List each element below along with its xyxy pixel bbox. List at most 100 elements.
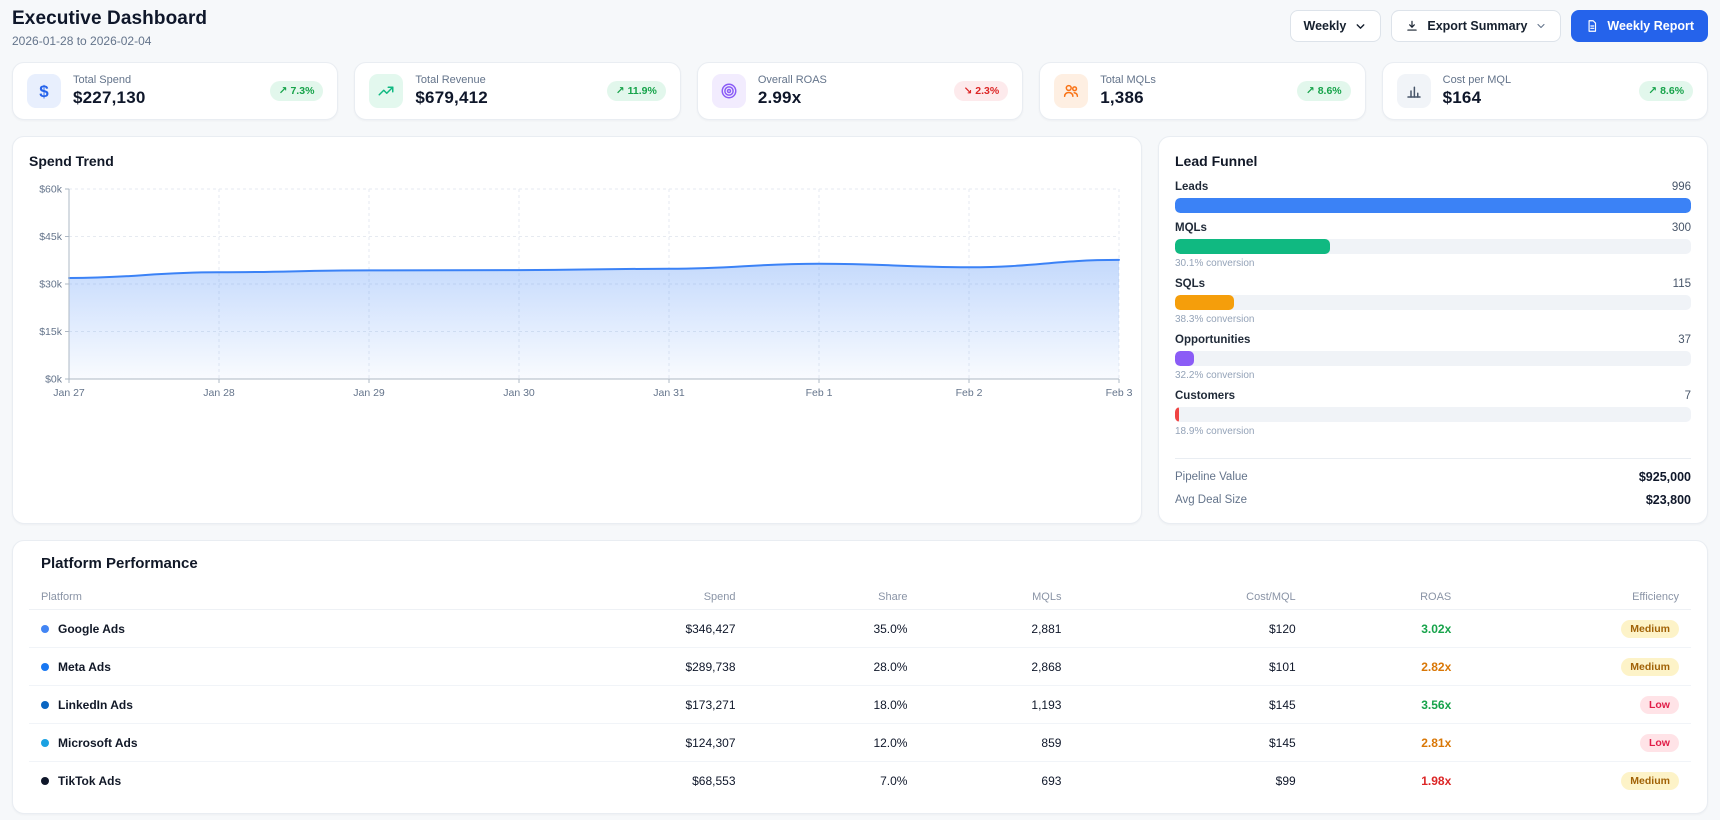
funnel-bar-fill xyxy=(1175,198,1691,213)
svg-text:$0k: $0k xyxy=(45,374,63,386)
funnel-stage: Opportunities 37 32.2% conversion xyxy=(1175,334,1691,381)
spend-trend-chart: $0k $15k $30k $45k $60k Jan 27 Jan 28 Jan 29 Jan… xyxy=(29,179,1132,407)
mqls-cell: 2,881 xyxy=(1031,621,1062,636)
column-header: ROAS xyxy=(1420,590,1452,603)
funnel-stat-row: Pipeline Value $925,000 xyxy=(1175,470,1691,484)
funnel-stat-label: Avg Deal Size xyxy=(1175,494,1248,506)
funnel-stage-label: MQLs xyxy=(1175,222,1207,234)
export-summary-button[interactable]: Export Summary xyxy=(1391,10,1562,42)
mqls-cell: 1,193 xyxy=(1031,697,1062,712)
kpi-delta-badge: ↗ 8.6% xyxy=(1639,81,1694,101)
funnel-stage-value: 300 xyxy=(1671,222,1691,234)
share-cell: 35.0% xyxy=(873,621,908,636)
funnel-stage-value: 996 xyxy=(1671,181,1691,193)
header-titles: Executive Dashboard 2026-01-28 to 2026-0… xyxy=(12,8,207,48)
trend-arrow-icon: ↗ xyxy=(615,85,625,97)
trending-up-icon xyxy=(369,74,404,108)
chevron-down-icon xyxy=(1535,20,1547,32)
funnel-stage: MQLs 300 30.1% conversion xyxy=(1175,222,1691,269)
platform-dot-icon xyxy=(41,624,49,633)
funnel-bar-fill xyxy=(1175,295,1235,310)
funnel-bar-track xyxy=(1175,239,1691,254)
platform-name: Google Ads xyxy=(58,621,125,636)
kpi-label: Total MQLs xyxy=(1100,74,1156,86)
date-range: 2026-01-28 to 2026-02-04 xyxy=(12,34,152,48)
dashboard-page: Executive Dashboard 2026-01-28 to 2026-0… xyxy=(0,0,1720,820)
funnel-stage-label: Leads xyxy=(1175,181,1209,193)
cost-per-mql-cell: $120 xyxy=(1268,621,1296,636)
table-row: Microsoft Ads $124,307 12.0% 859 $145 2.… xyxy=(29,724,1691,762)
kpi-card: $ Total Spend $227,130 ↗ 7.3% xyxy=(12,62,339,120)
users-icon xyxy=(1054,74,1089,108)
kpi-value: 2.99x xyxy=(757,88,802,107)
funnel-stat-row: Avg Deal Size $23,800 xyxy=(1175,493,1691,507)
kpi-delta-value: 8.6% xyxy=(1317,85,1342,97)
column-header: Spend xyxy=(703,590,736,603)
page-header: Executive Dashboard 2026-01-28 to 2026-0… xyxy=(12,8,1708,48)
share-cell: 18.0% xyxy=(873,697,908,712)
period-select[interactable]: Weekly xyxy=(1289,10,1382,42)
share-cell: 12.0% xyxy=(873,735,908,750)
mqls-cell: 859 xyxy=(1041,735,1062,750)
kpi-card: Overall ROAS 2.99x ↘ 2.3% xyxy=(696,62,1024,120)
kpi-delta-badge: ↗ 11.9% xyxy=(606,81,666,101)
column-header: Cost/MQL xyxy=(1246,590,1296,603)
export-summary-label: Export Summary xyxy=(1427,19,1528,33)
svg-text:$30k: $30k xyxy=(39,279,63,291)
spend-cell: $346,427 xyxy=(685,621,736,636)
funnel-stat-value: $23,800 xyxy=(1645,493,1691,507)
cost-per-mql-cell: $145 xyxy=(1268,735,1296,750)
kpi-label: Total Spend xyxy=(73,74,132,86)
funnel-conversion-label: 38.3% conversion xyxy=(1175,314,1255,325)
share-cell: 7.0% xyxy=(880,774,908,788)
weekly-report-button[interactable]: Weekly Report xyxy=(1571,10,1708,42)
platform-dot-icon xyxy=(41,662,49,671)
table-row: LinkedIn Ads $173,271 18.0% 1,193 $145 3… xyxy=(29,686,1691,724)
svg-text:Feb 1: Feb 1 xyxy=(806,387,833,399)
platform-performance-title: Platform Performance xyxy=(41,555,198,572)
funnel-bar-fill xyxy=(1175,351,1195,366)
funnel-bar-fill xyxy=(1175,407,1179,422)
funnel-conversion-label: 18.9% conversion xyxy=(1175,426,1255,437)
share-cell: 28.0% xyxy=(873,659,908,674)
column-header: MQLs xyxy=(1032,590,1062,603)
platform-dot-icon xyxy=(41,738,49,747)
svg-text:$45k: $45k xyxy=(39,231,63,243)
cost-per-mql-cell: $99 xyxy=(1275,774,1296,788)
table-body: Google Ads $346,427 35.0% 2,881 $120 3.0… xyxy=(29,610,1691,800)
kpi-label: Total Revenue xyxy=(415,74,486,86)
trend-arrow-icon: ↗ xyxy=(1648,85,1658,97)
download-icon xyxy=(1405,19,1419,33)
efficiency-badge: Medium xyxy=(1621,657,1679,676)
kpi-delta-value: 8.6% xyxy=(1660,85,1685,97)
efficiency-badge: Low xyxy=(1639,695,1679,714)
column-header: Platform xyxy=(41,590,82,603)
kpi-value: $679,412 xyxy=(415,88,488,107)
roas-cell: 2.82x xyxy=(1421,659,1452,674)
mqls-cell: 2,868 xyxy=(1031,659,1062,674)
table-row: TikTok Ads $68,553 7.0% 693 $99 1.98x Me… xyxy=(29,762,1691,800)
platform-name: Meta Ads xyxy=(58,659,111,674)
document-icon xyxy=(1585,19,1599,33)
roas-cell: 2.81x xyxy=(1421,735,1452,750)
efficiency-badge: Medium xyxy=(1621,772,1679,790)
kpi-delta-badge: ↗ 7.3% xyxy=(269,81,324,101)
trend-arrow-icon: ↗ xyxy=(1305,85,1315,97)
table-row: Google Ads $346,427 35.0% 2,881 $120 3.0… xyxy=(29,610,1691,648)
trend-arrow-icon: ↗ xyxy=(278,85,288,97)
page-title: Executive Dashboard xyxy=(12,8,208,29)
trend-arrow-icon: ↘ xyxy=(963,85,973,97)
svg-text:Jan 29: Jan 29 xyxy=(353,387,385,399)
table-row: Meta Ads $289,738 28.0% 2,868 $101 2.82x… xyxy=(29,648,1691,686)
platform-name: Microsoft Ads xyxy=(58,735,138,750)
roas-cell: 3.56x xyxy=(1421,697,1452,712)
chevron-down-icon xyxy=(1354,20,1367,33)
cost-per-mql-cell: $145 xyxy=(1268,697,1296,712)
mqls-cell: 693 xyxy=(1041,774,1062,788)
funnel-stage-label: Opportunities xyxy=(1175,334,1251,346)
period-select-value: Weekly xyxy=(1303,19,1347,33)
funnel-stat-value: $925,000 xyxy=(1638,470,1691,484)
target-icon xyxy=(711,74,746,108)
funnel-stage-value: 115 xyxy=(1672,278,1691,290)
funnel-bar-track xyxy=(1175,407,1691,422)
